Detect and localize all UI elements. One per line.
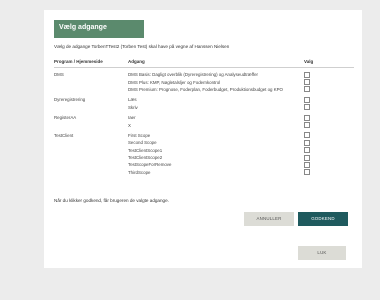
access-checkbox[interactable] [304, 154, 310, 161]
access-label: TestClientScope1 [128, 147, 163, 153]
access-label: Second Scope [128, 140, 157, 146]
access-checkbox[interactable] [304, 96, 310, 103]
access-label: ThirdScope [128, 169, 151, 175]
access-label: Skriv [128, 104, 138, 110]
access-checkbox[interactable] [304, 169, 310, 176]
access-label: Læs [128, 97, 137, 103]
access-table: Program / Hjemmeside Adgang Valg DMS DMS… [54, 58, 354, 176]
table-row: DMS DMS Basis: Dagligt overblik (Dyrereg… [54, 68, 354, 79]
table-row: ThirdScope [54, 169, 354, 176]
access-label: DMS Basis: Dagligt overblik (Dyreregistr… [128, 72, 258, 78]
access-label: TestScopeForRemove [128, 162, 172, 168]
dialog-title: Vælg adgange [59, 24, 107, 31]
access-checkbox[interactable] [304, 147, 310, 154]
table-row: Dyreregistrering Læs [54, 96, 354, 103]
access-dialog: Vælg adgange Vælg de adgange TorbenTTest… [44, 10, 362, 268]
table-row: X [54, 121, 354, 129]
table-row: TestClientScope1 [54, 147, 354, 154]
program-name: DMS [54, 72, 64, 78]
table-row: TestClientScope2 [54, 154, 354, 161]
column-header-adgang: Adgang [128, 58, 304, 68]
table-row: Second Scope [54, 139, 354, 146]
access-label: DMS Plus: KMP, Nøgletalsljer og Fodernko… [128, 79, 221, 85]
access-label: First Scope [128, 132, 151, 138]
access-checkbox[interactable] [304, 71, 310, 78]
table-row: TestScopeForRemove [54, 161, 354, 168]
table-row: DMS Plus: KMP, Nøgletalsljer og Fodernko… [54, 78, 354, 86]
access-label: TestClientScope2 [128, 155, 163, 161]
column-header-program: Program / Hjemmeside [54, 58, 128, 68]
intro-text: Vælg de adgange TorbenTTest2 (Torben Tes… [54, 44, 230, 49]
table-header-row: Program / Hjemmeside Adgang Valg [54, 58, 354, 68]
access-checkbox[interactable] [304, 122, 310, 129]
approve-button[interactable]: GODKEND [298, 212, 348, 226]
close-button[interactable]: LUK [298, 246, 346, 260]
access-checkbox[interactable] [304, 86, 310, 93]
access-label: Iaer [128, 115, 136, 121]
access-checkbox[interactable] [304, 161, 310, 168]
access-label: X [128, 122, 131, 128]
dialog-title-bar: Vælg adgange [54, 20, 144, 38]
footnote-text: Når du klikker godkend, får brugeren de … [54, 198, 169, 203]
cancel-button[interactable]: ANNULLER [244, 212, 294, 226]
table-row: DMS Premium: Prognose, Foderplan, Foderb… [54, 86, 354, 93]
access-checkbox[interactable] [304, 139, 310, 146]
column-header-valg: Valg [304, 58, 354, 68]
access-checkbox[interactable] [304, 104, 310, 111]
access-checkbox[interactable] [304, 132, 310, 139]
table-row: TestClient First Scope [54, 132, 354, 139]
program-name: Dyreregistrering [54, 97, 86, 103]
program-name: TestClient [54, 132, 74, 138]
table-row: Skriv [54, 104, 354, 111]
access-label: DMS Premium: Prognose, Foderplan, Foderb… [128, 86, 283, 92]
access-checkbox[interactable] [304, 79, 310, 86]
program-name: RegisterAA [54, 115, 77, 121]
access-checkbox[interactable] [304, 114, 310, 121]
table-row: RegisterAA Iaer [54, 114, 354, 121]
